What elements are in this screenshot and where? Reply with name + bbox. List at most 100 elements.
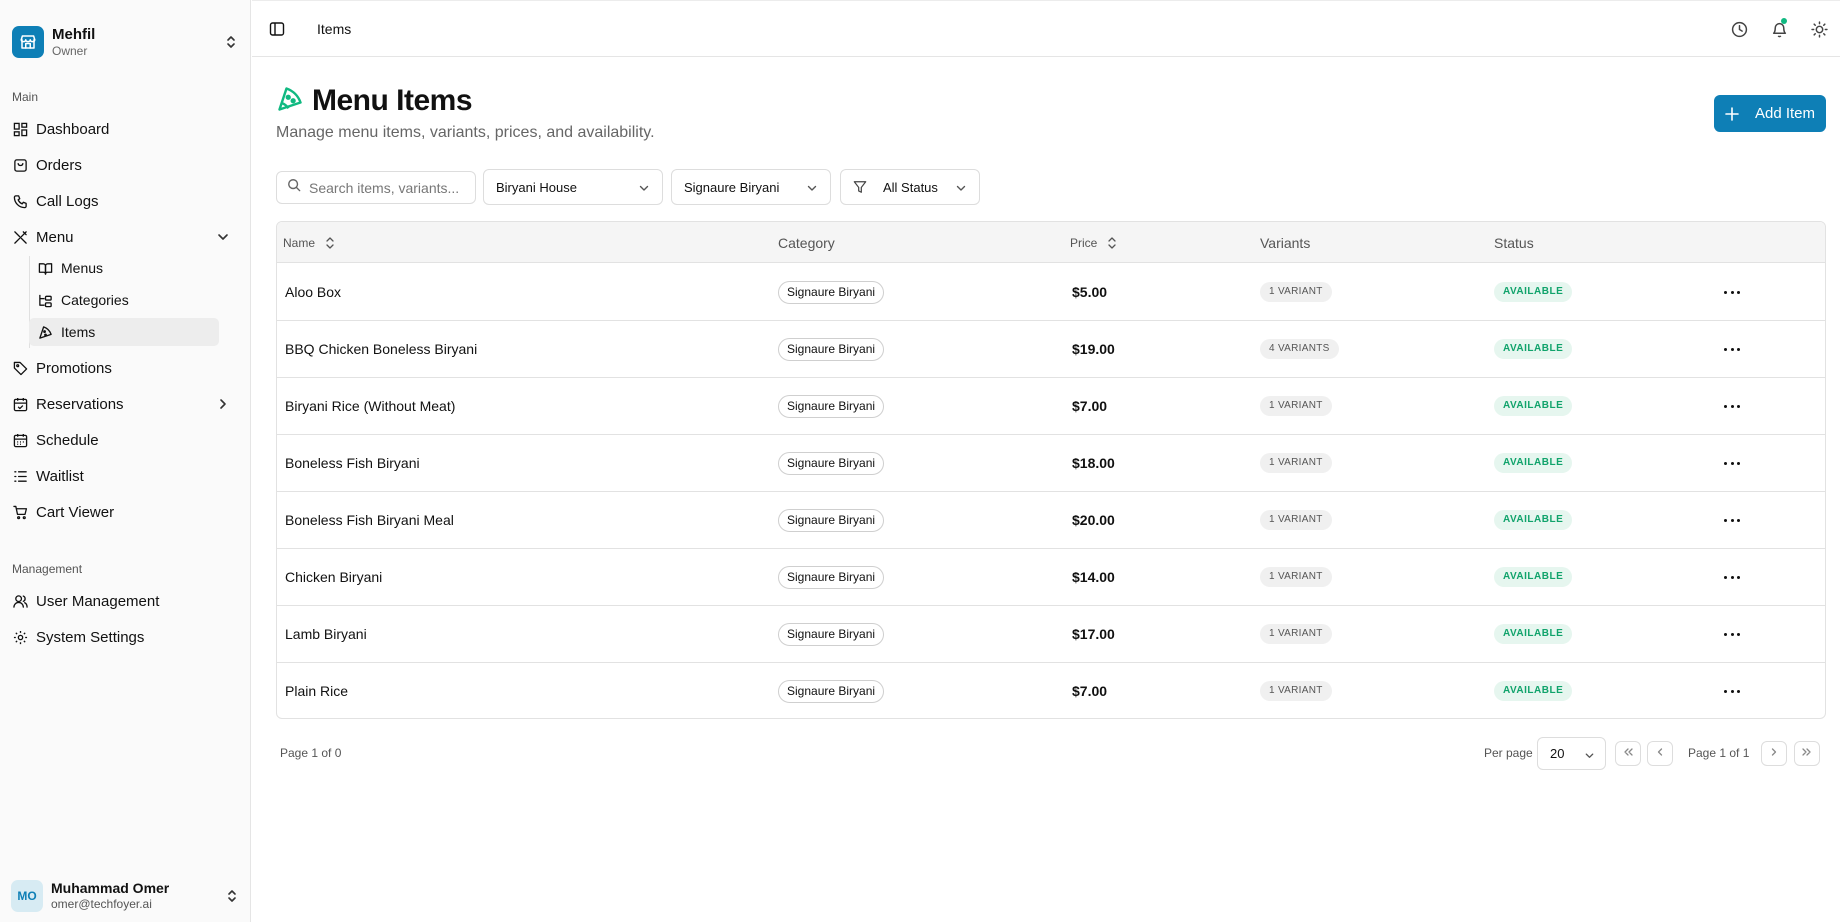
variants-badge: 1 VARIANT: [1260, 510, 1332, 530]
table-row[interactable]: Plain Rice Signaure Biryani $7.00 1 VARI…: [277, 663, 1825, 718]
sidebar-subitem-menus[interactable]: Menus: [29, 254, 219, 282]
variants-badge: 1 VARIANT: [1260, 453, 1332, 473]
item-price: $20.00: [1072, 512, 1115, 528]
table-row[interactable]: Biryani Rice (Without Meat) Signaure Bir…: [277, 378, 1825, 435]
store-icon: [12, 26, 44, 58]
more-actions-icon[interactable]: [1724, 514, 1740, 526]
chevrons-right-icon: [1801, 745, 1813, 763]
sidebar-item-schedule[interactable]: Schedule: [12, 425, 238, 455]
search-box[interactable]: [276, 171, 476, 204]
history-icon[interactable]: [1731, 21, 1748, 38]
table-row[interactable]: Lamb Biryani Signaure Biryani $17.00 1 V…: [277, 606, 1825, 663]
sidebar-item-menu[interactable]: Menu: [12, 222, 238, 252]
status-filter-select[interactable]: All Status: [840, 169, 980, 205]
sidebar-item-label: User Management: [36, 592, 160, 610]
sidebar-item-label: Waitlist: [36, 467, 84, 485]
user-name: Muhammad Omer: [51, 880, 170, 896]
sidebar-item-reservations[interactable]: Reservations: [12, 389, 238, 419]
more-actions-icon[interactable]: [1724, 286, 1740, 298]
sidebar-item-label: Reservations: [36, 395, 124, 413]
first-page-button[interactable]: [1615, 741, 1641, 766]
sidebar-subitem-items[interactable]: Items: [29, 318, 219, 346]
more-actions-icon[interactable]: [1724, 400, 1740, 412]
category-badge: Signaure Biryani: [778, 338, 885, 361]
column-header-price[interactable]: Price: [1070, 236, 1117, 250]
category-select[interactable]: Signaure Biryani: [671, 169, 831, 205]
breadcrumb[interactable]: Items: [317, 21, 351, 37]
items-table: Name Category Price Variants Status Aloo…: [276, 221, 1826, 719]
last-page-button[interactable]: [1794, 741, 1820, 766]
item-name: Plain Rice: [285, 683, 349, 699]
org-switcher[interactable]: Mehfil Owner: [12, 24, 238, 60]
section-label-management: Management: [12, 562, 83, 576]
column-header-name[interactable]: Name: [283, 236, 335, 250]
item-price: $18.00: [1072, 455, 1115, 471]
variants-badge: 1 VARIANT: [1260, 624, 1332, 644]
status-badge: AVAILABLE: [1494, 624, 1573, 644]
sidebar-item-user-management[interactable]: User Management: [12, 586, 238, 616]
sun-icon[interactable]: [1811, 21, 1828, 38]
sidebar-item-waitlist[interactable]: Waitlist: [12, 461, 238, 491]
table-header: Name Category Price Variants Status: [277, 222, 1825, 263]
sidebar-item-call-logs[interactable]: Call Logs: [12, 186, 238, 216]
column-header-status: Status: [1494, 235, 1534, 251]
more-actions-icon[interactable]: [1724, 571, 1740, 583]
next-page-button[interactable]: [1761, 741, 1787, 766]
sidebar-item-label: Cart Viewer: [36, 503, 115, 521]
utensils-icon: [12, 229, 28, 245]
item-price: $7.00: [1072, 398, 1108, 414]
status-badge: AVAILABLE: [1494, 396, 1573, 416]
table-row[interactable]: Chicken Biryani Signaure Biryani $14.00 …: [277, 549, 1825, 606]
category-badge: Signaure Biryani: [778, 281, 885, 304]
sidebar-item-label: Promotions: [36, 359, 112, 377]
users-icon: [12, 593, 28, 609]
sidebar-toggle-icon[interactable]: [269, 21, 285, 37]
table-row[interactable]: Boneless Fish Biryani Meal Signaure Biry…: [277, 492, 1825, 549]
variants-badge: 1 VARIANT: [1260, 681, 1332, 701]
category-badge: Signaure Biryani: [778, 395, 885, 418]
more-actions-icon[interactable]: [1724, 685, 1740, 697]
sidebar-item-dashboard[interactable]: Dashboard: [12, 114, 238, 144]
table-row[interactable]: BBQ Chicken Boneless Biryani Signaure Bi…: [277, 321, 1825, 378]
restaurant-select[interactable]: Biryani House: [483, 169, 663, 205]
page-indicator: Page 1 of 1: [1688, 746, 1750, 760]
sidebar: Mehfil Owner Main Dashboard Orders Call …: [0, 0, 251, 922]
sidebar-item-promotions[interactable]: Promotions: [12, 353, 238, 383]
variants-badge: 1 VARIANT: [1260, 567, 1332, 587]
chevron-left-icon: [1654, 745, 1666, 763]
chevrons-up-down-icon: [224, 33, 238, 51]
gear-icon: [12, 629, 28, 645]
sidebar-subitem-label: Menus: [61, 260, 104, 276]
status-filter-value: All Status: [883, 179, 938, 195]
status-badge: AVAILABLE: [1494, 681, 1573, 701]
more-actions-icon[interactable]: [1724, 628, 1740, 640]
chevron-down-icon: [638, 182, 650, 194]
column-header-variants: Variants: [1260, 235, 1311, 251]
sort-icon: [1107, 236, 1117, 250]
status-badge: AVAILABLE: [1494, 453, 1573, 473]
table-row[interactable]: Aloo Box Signaure Biryani $5.00 1 VARIAN…: [277, 264, 1825, 321]
more-actions-icon[interactable]: [1724, 457, 1740, 469]
chevron-right-icon: [1768, 745, 1780, 763]
sidebar-item-orders[interactable]: Orders: [12, 150, 238, 180]
sidebar-item-cart-viewer[interactable]: Cart Viewer: [12, 497, 238, 527]
tag-icon: [12, 360, 28, 376]
sidebar-subitem-categories[interactable]: Categories: [29, 286, 219, 314]
item-name: Boneless Fish Biryani: [285, 455, 420, 471]
search-input[interactable]: [309, 179, 469, 196]
per-page-select[interactable]: 20: [1537, 737, 1606, 770]
calendar-check-icon: [12, 396, 28, 412]
more-actions-icon[interactable]: [1724, 343, 1740, 355]
sidebar-item-label: Orders: [36, 156, 82, 174]
column-header-label: Name: [283, 236, 316, 250]
table-row[interactable]: Boneless Fish Biryani Signaure Biryani $…: [277, 435, 1825, 492]
shopping-cart-icon: [12, 504, 28, 520]
user-menu[interactable]: MO Muhammad Omer omer@techfoyer.ai: [11, 878, 239, 914]
sidebar-item-system-settings[interactable]: System Settings: [12, 622, 238, 652]
per-page-value: 20: [1550, 746, 1565, 761]
item-price: $19.00: [1072, 341, 1115, 357]
notification-dot: [1781, 18, 1787, 24]
previous-page-button[interactable]: [1647, 741, 1673, 766]
sort-icon: [325, 236, 335, 250]
add-item-button[interactable]: Add Item: [1714, 95, 1826, 132]
